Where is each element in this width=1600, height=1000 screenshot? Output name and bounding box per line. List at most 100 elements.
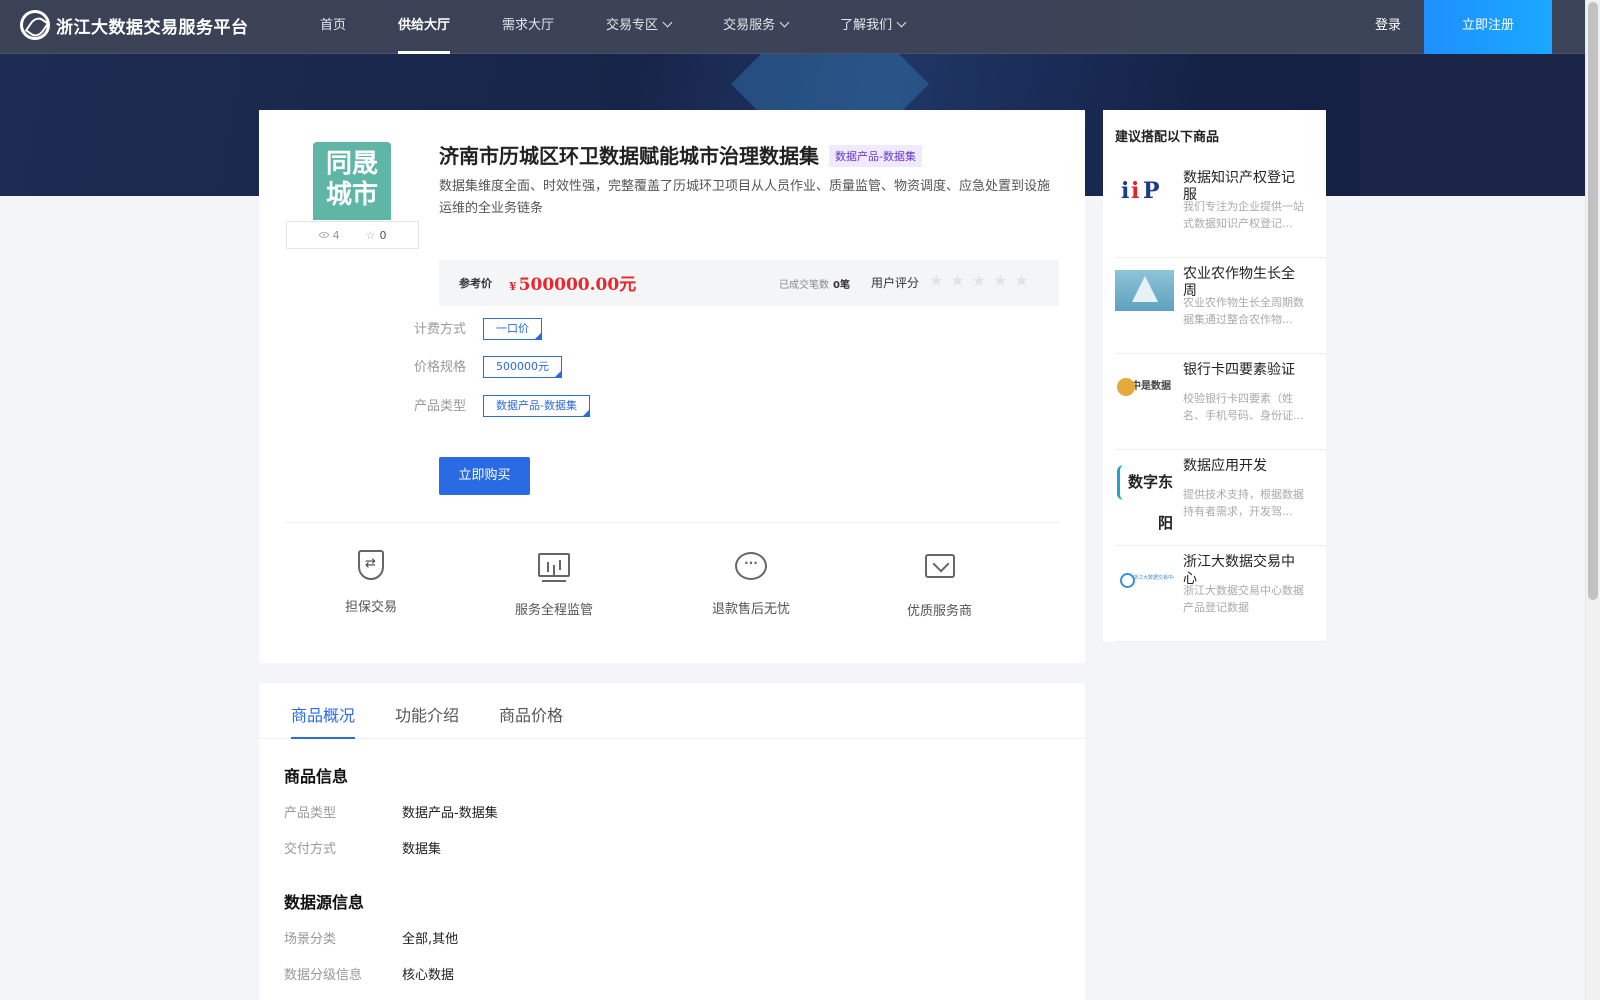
nav-trade-service[interactable]: 交易服务	[723, 0, 790, 54]
recommend-desc: 农业农作物生长全周期数据集通过整合农作物...	[1183, 296, 1304, 326]
info-value: 数据产品-数据集	[402, 806, 498, 821]
info-value: 核心数据	[402, 968, 455, 983]
nav-about-us[interactable]: 了解我们	[840, 0, 907, 54]
info-value: 全部,其他	[402, 932, 459, 947]
main-nav: 首页 供给大厅 需求大厅 交易专区 交易服务 了解我们	[320, 0, 957, 54]
register-button[interactable]: 立即注册	[1424, 0, 1552, 54]
deal-count: 已成交笔数 0笔	[779, 276, 850, 291]
info-value: 数据集	[402, 842, 442, 857]
recommend-logo: 浙江大数据交易中心	[1115, 558, 1174, 599]
product-detail: 商品概况 功能介绍 商品价格 商品信息 产品类型 数据产品-数据集 交付方式 数…	[259, 683, 1085, 1000]
feature-label: 担保交易	[345, 600, 398, 615]
chat-bubble-icon: ···	[733, 552, 769, 588]
monitor-chart-icon	[536, 553, 572, 589]
recommend-item[interactable]: iiP 数据知识产权登记服 我们专注为企业提供一站式数据知识产权登记...	[1115, 162, 1326, 258]
price-value: ¥500000.00元	[509, 270, 636, 295]
recommend-desc: 校验银行卡四要素（姓名、手机号码、身份证...	[1183, 392, 1304, 422]
nav-trade-zone[interactable]: 交易专区	[606, 0, 673, 54]
recommend-desc: 我们专注为企业提供一站式数据知识产权登记...	[1183, 200, 1304, 230]
rating-stars: ★★★★★	[929, 271, 1036, 290]
info-key: 场景分类	[284, 932, 337, 947]
recommend-sidebar: 建议搭配以下商品 iiP 数据知识产权登记服 我们专注为企业提供一站式数据知识产…	[1103, 110, 1326, 642]
chevron-down-icon	[662, 17, 673, 28]
tab-pricing[interactable]: 商品价格	[499, 702, 563, 739]
info-key: 交付方式	[284, 842, 337, 857]
feature-supervision: 服务全程监管	[515, 550, 593, 618]
favorite-count-value: 0	[379, 228, 387, 242]
product-title: 济南市历城区环卫数据赋能城市治理数据集 数据产品-数据集	[439, 140, 922, 169]
spec-option-billing[interactable]: 一口价	[483, 318, 542, 340]
thumbnail-text: 同晟	[325, 149, 378, 179]
chevron-down-icon	[896, 17, 907, 28]
deal-count-label: 已成交笔数	[779, 280, 829, 291]
scrollbar-thumb[interactable]	[1588, 2, 1598, 600]
logo-letter: i	[1121, 178, 1130, 204]
chevron-down-icon	[779, 17, 790, 28]
favorite-count[interactable]: ☆ 0	[366, 229, 387, 242]
feature-label: 优质服务商	[907, 604, 973, 619]
shield-icon	[353, 550, 389, 586]
product-thumbnail: 同晟 城市	[313, 142, 391, 220]
recommend-item[interactable]: 农业农作物生长全周 农业农作物生长全周期数据集通过整合农作物...	[1115, 258, 1326, 354]
feature-label: 退款售后无忧	[712, 602, 791, 617]
logo-letter: i	[1131, 178, 1140, 204]
nav-label: 了解我们	[840, 18, 893, 33]
nav-home[interactable]: 首页	[320, 0, 346, 54]
tab-features[interactable]: 功能介绍	[395, 702, 459, 739]
view-count-value: 4	[332, 228, 340, 242]
spec-label-billing: 计费方式	[414, 322, 467, 337]
page-scrollbar[interactable]	[1585, 0, 1600, 1000]
diamond-icon	[922, 554, 958, 590]
feature-quality-provider: 优质服务商	[907, 550, 972, 619]
site-logo[interactable]: 浙江大数据交易服务平台	[20, 10, 249, 40]
info-key: 数据分级信息	[284, 968, 363, 983]
product-description: 数据集维度全面、时效性强，完整覆盖了历城环卫项目从人员作业、质量监管、物资调度、…	[439, 179, 1051, 216]
logo-letter: P	[1143, 178, 1160, 204]
nav-label: 需求大厅	[502, 18, 555, 33]
product-type-badge: 数据产品-数据集	[829, 145, 922, 167]
tab-overview[interactable]: 商品概况	[291, 702, 356, 739]
sidebar-title: 建议搭配以下商品	[1115, 130, 1220, 145]
recommend-logo: 中是数据	[1115, 366, 1174, 407]
feature-guarantee: 担保交易	[345, 550, 397, 615]
spec-option-price[interactable]: 500000元	[483, 356, 562, 378]
recommend-logo: 数字东阳	[1115, 462, 1174, 532]
product-card: 同晟 城市 4 ☆ 0 济南市历城区环卫数据赋能城市治理数据集 数据产品-数据集 数…	[259, 110, 1085, 663]
spec-label-price: 价格规格	[414, 360, 467, 375]
star-outline-icon: ☆	[365, 228, 376, 242]
section-title-product-info: 商品信息	[284, 767, 349, 786]
nav-supply-hall[interactable]: 供给大厅	[398, 0, 451, 54]
info-key: 产品类型	[284, 806, 337, 821]
product-title-text: 济南市历城区环卫数据赋能城市治理数据集	[439, 144, 819, 168]
login-link[interactable]: 登录	[1375, 0, 1401, 54]
deal-count-value: 0笔	[833, 280, 850, 291]
price-label: 参考价	[459, 277, 492, 290]
logo-icon	[20, 10, 50, 40]
spec-option-type[interactable]: 数据产品-数据集	[483, 395, 590, 417]
recommend-desc: 提供技术支持，根据数据持有者需求，开发驾...	[1183, 488, 1304, 518]
recommend-desc: 浙江大数据交易中心数据产品登记数据	[1183, 584, 1304, 614]
nav-demand-hall[interactable]: 需求大厅	[502, 0, 554, 54]
view-count: 4	[318, 228, 340, 242]
nav-label: 供给大厅	[398, 18, 451, 33]
logo-text: 浙江大数据交易服务平台	[56, 17, 249, 38]
recommend-item[interactable]: 数字东阳 数据应用开发 提供技术支持，根据数据持有者需求，开发驾...	[1115, 450, 1326, 546]
price-amount: 500000.00元	[518, 275, 637, 295]
top-navbar: 浙江大数据交易服务平台 首页 供给大厅 需求大厅 交易专区 交易服务 了解我们 …	[0, 0, 1585, 54]
buy-now-button[interactable]: 立即购买	[439, 457, 530, 495]
currency-symbol: ¥	[509, 280, 517, 293]
nav-label: 首页	[320, 18, 347, 33]
recommend-logo: iiP	[1115, 174, 1174, 215]
nav-label: 交易专区	[606, 18, 659, 33]
eye-icon	[318, 232, 329, 238]
section-title-data-source: 数据源信息	[284, 893, 365, 912]
product-stats: 4 ☆ 0	[286, 221, 419, 249]
feature-label: 服务全程监管	[515, 603, 594, 618]
recommend-item[interactable]: 中是数据 银行卡四要素验证 校验银行卡四要素（姓名、手机号码、身份证...	[1115, 354, 1326, 450]
recommend-item[interactable]: 浙江大数据交易中心 浙江大数据交易中心 浙江大数据交易中心数据产品登记数据	[1115, 546, 1326, 642]
spec-label-type: 产品类型	[414, 399, 467, 414]
nav-label: 交易服务	[723, 18, 776, 33]
rating-label: 用户评分	[871, 276, 920, 290]
recommend-logo	[1115, 270, 1174, 311]
divider	[286, 522, 1059, 523]
